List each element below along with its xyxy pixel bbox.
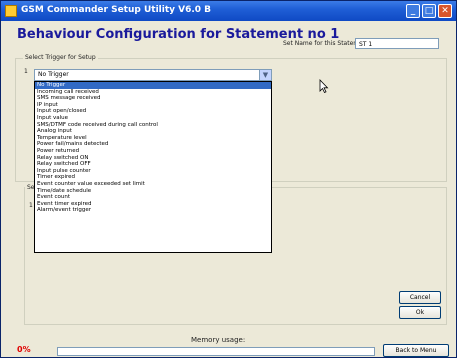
dropdown-option[interactable]: Incoming call received bbox=[35, 89, 271, 96]
maximize-icon[interactable]: □ bbox=[422, 4, 436, 18]
memory-progress-bar bbox=[57, 347, 375, 356]
trigger-index: 1 bbox=[24, 68, 28, 75]
dropdown-option[interactable]: IP input bbox=[35, 102, 271, 109]
dropdown-option[interactable]: Alarm/event trigger bbox=[35, 207, 271, 214]
close-icon[interactable]: ✕ bbox=[438, 4, 452, 18]
dropdown-option[interactable]: Temperature level bbox=[35, 135, 271, 142]
dropdown-option[interactable]: Input value bbox=[35, 115, 271, 122]
dropdown-option[interactable]: Power fail/mains detected bbox=[35, 141, 271, 148]
dropdown-option[interactable]: Analog input bbox=[35, 128, 271, 135]
dropdown-option[interactable]: Relay switched OFF bbox=[35, 161, 271, 168]
cancel-button[interactable]: Cancel bbox=[399, 291, 441, 304]
memory-usage-label: Memory usage: bbox=[191, 336, 246, 344]
dropdown-option[interactable]: Event timer expired bbox=[35, 201, 271, 208]
minimize-icon[interactable]: _ bbox=[406, 4, 420, 18]
window-title: GSM Commander Setup Utility V6.0 B bbox=[21, 5, 212, 15]
dropdown-option[interactable]: Input pulse counter bbox=[35, 168, 271, 175]
title-bar: GSM Commander Setup Utility V6.0 B _ □ ✕ bbox=[1, 1, 456, 21]
dropdown-option[interactable]: Relay switched ON bbox=[35, 155, 271, 162]
dropdown-option[interactable]: Input open/closed bbox=[35, 108, 271, 115]
trigger-dropdown-list[interactable]: No Trigger Incoming call received SMS mess… bbox=[34, 81, 272, 253]
trigger-select[interactable]: No Trigger ▼ bbox=[34, 69, 272, 81]
statement-name-field[interactable]: ST 1 bbox=[355, 38, 439, 49]
dropdown-option[interactable]: Time/date schedule bbox=[35, 188, 271, 195]
chevron-down-icon[interactable]: ▼ bbox=[259, 70, 271, 80]
setup-window: GSM Commander Setup Utility V6.0 B _ □ ✕… bbox=[0, 0, 457, 358]
app-icon bbox=[5, 5, 17, 17]
dropdown-option[interactable]: Timer expired bbox=[35, 174, 271, 181]
trigger-select-value: No Trigger bbox=[38, 71, 69, 78]
dropdown-option[interactable]: SMS message received bbox=[35, 95, 271, 102]
dropdown-option[interactable]: Event count bbox=[35, 194, 271, 201]
memory-percent: 0% bbox=[17, 345, 31, 354]
dropdown-option[interactable]: SMS/DTMF code received during call contr… bbox=[35, 122, 271, 129]
back-to-menu-button[interactable]: Back to Menu bbox=[383, 344, 449, 357]
trigger-group-label: Select Trigger for Setup bbox=[23, 54, 98, 61]
dropdown-option[interactable]: Event counter value exceeded set limit bbox=[35, 181, 271, 188]
mouse-cursor-icon bbox=[319, 79, 329, 93]
dropdown-option[interactable]: No Trigger bbox=[35, 82, 271, 89]
ok-button[interactable]: Ok bbox=[399, 306, 441, 319]
actions-index: 1 bbox=[29, 202, 33, 209]
dropdown-option[interactable]: Power returned bbox=[35, 148, 271, 155]
